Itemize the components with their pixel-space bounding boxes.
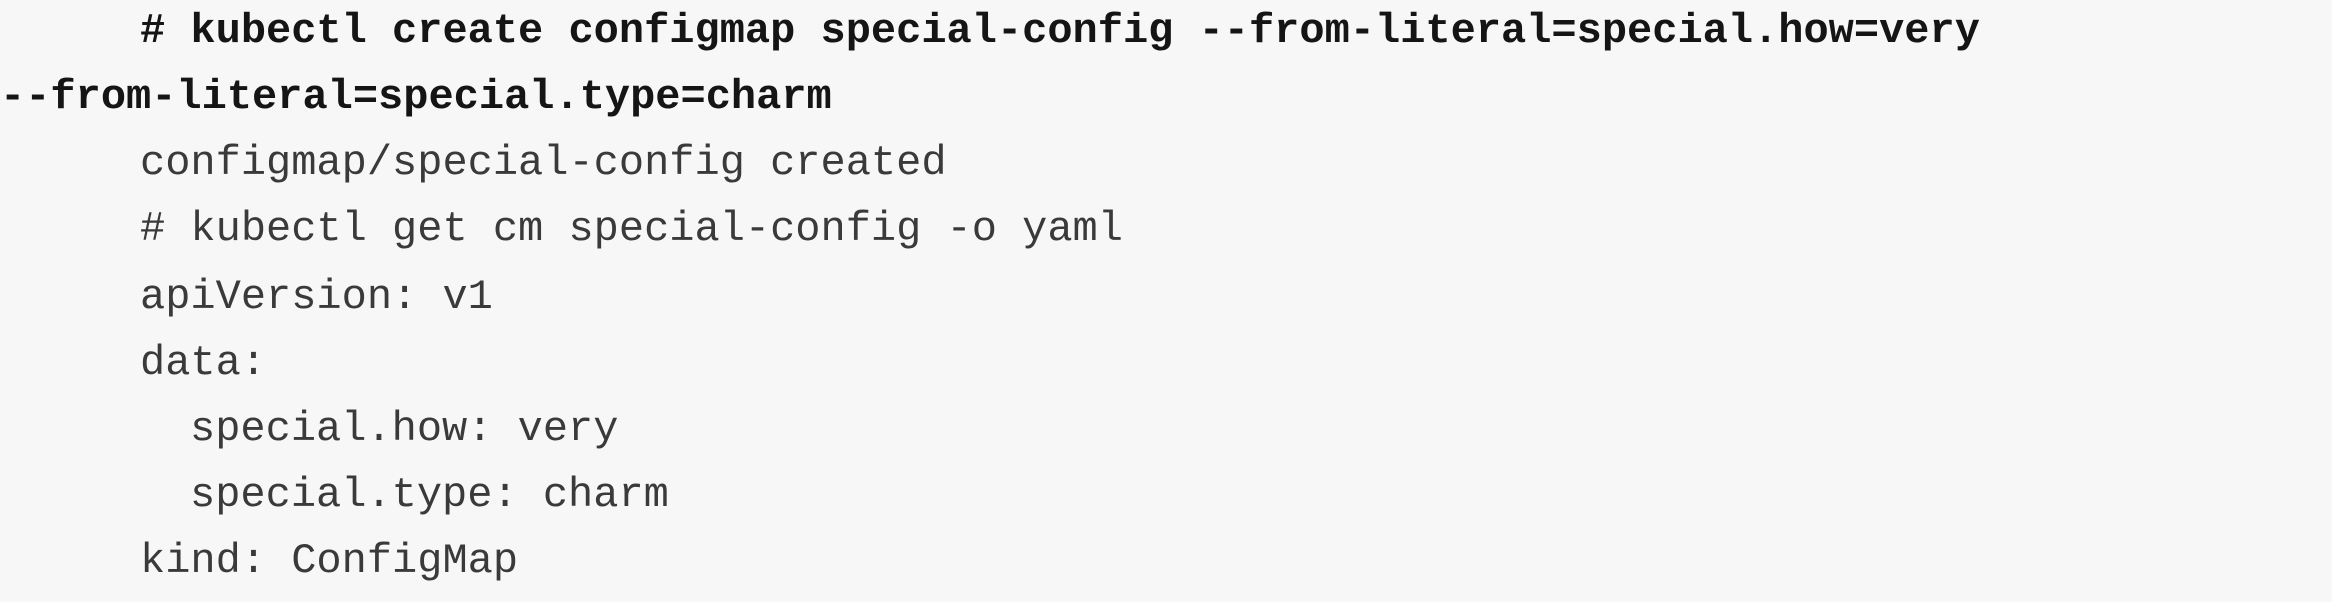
get-configmap-command: # kubectl get cm special-config -o yaml <box>140 205 1123 253</box>
yaml-data-key: data: <box>140 339 267 387</box>
yaml-special-type: special.type: charm <box>190 471 669 519</box>
yaml-special-how: special.how: very <box>190 405 619 453</box>
code-block: # kubectl create configmap special-confi… <box>0 0 2332 602</box>
yaml-api-version: apiVersion: v1 <box>140 273 493 321</box>
created-output: configmap/special-config created <box>140 139 947 187</box>
create-configmap-command: # kubectl create configmap special-confi… <box>140 7 1980 55</box>
create-configmap-command-continuation: --from-literal=special.type=charm <box>0 73 832 121</box>
yaml-kind: kind: ConfigMap <box>140 537 519 585</box>
